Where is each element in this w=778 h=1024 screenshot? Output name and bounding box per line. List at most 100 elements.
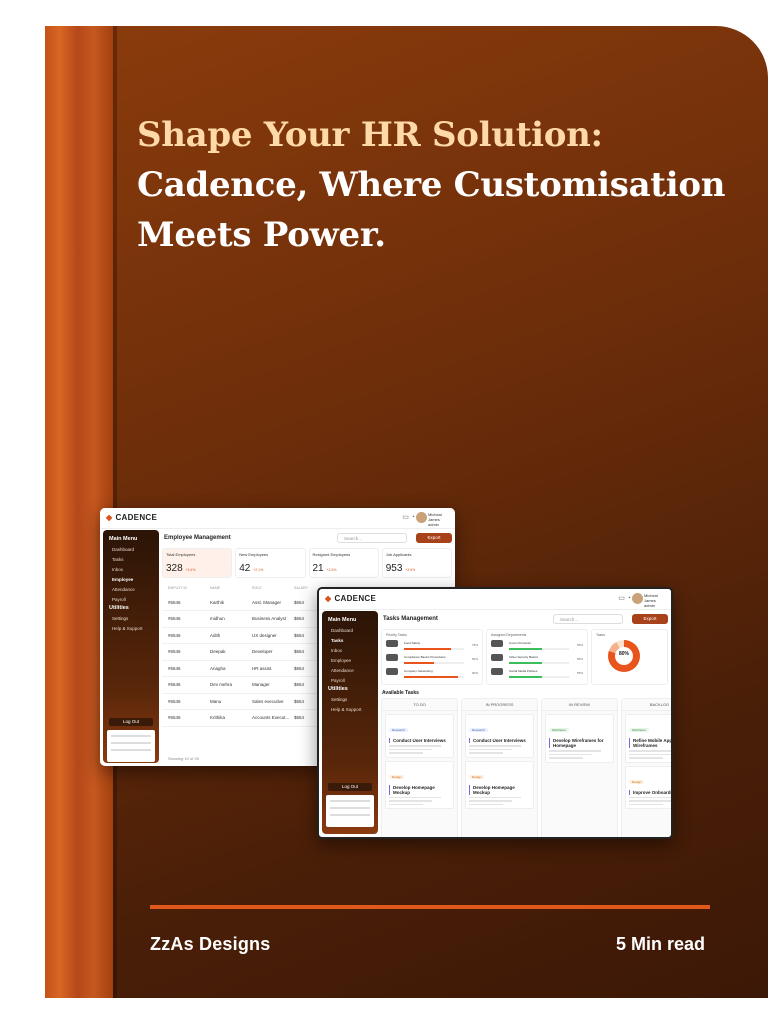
task-card[interactable]: Design Improve Onboarding: [625, 765, 671, 809]
task-description-line: [469, 745, 521, 747]
priority-bars: Food Safety 78% Compliance Basics Procedur…: [382, 640, 482, 678]
sidebar: Main Menu Dashboard Tasks Inbox Employee…: [103, 530, 159, 763]
task-title: Refine Mobile App Wireframes: [629, 738, 671, 748]
progress-item: Food Safety 78%: [382, 640, 482, 650]
progress-fill: [404, 676, 458, 678]
table-cell: Accounts Execut...: [252, 715, 290, 720]
table-cell: #6546: [168, 616, 181, 621]
brand-name: ZzAs Designs: [150, 934, 271, 954]
sidebar-item-help[interactable]: Help & Support: [103, 623, 159, 633]
task-tag: Research: [469, 728, 488, 732]
sidebar-item-tasks[interactable]: Tasks: [322, 635, 378, 645]
task-card[interactable]: Research Conduct User Interviews: [385, 714, 454, 758]
table-cell: Asst. Manager: [252, 599, 282, 605]
table-cell: $654: [294, 715, 305, 720]
panel-heading: Assigned Departments: [491, 633, 527, 637]
pagination-info: Showing 10 of 20: [168, 756, 199, 761]
task-description-line: [469, 752, 503, 754]
table-cell: $654: [294, 649, 305, 654]
search-input[interactable]: Search...: [337, 533, 407, 543]
task-description-line: [629, 803, 663, 805]
sidebar-item-settings[interactable]: Settings: [103, 613, 159, 623]
task-card[interactable]: Design Develop Homepage Mockup: [465, 760, 534, 809]
table-cell: midhun: [210, 616, 225, 621]
sidebar-item-inbox[interactable]: Inbox: [103, 564, 159, 574]
stat-number: 21: [312, 563, 324, 574]
table-cell: HR assist.: [252, 665, 273, 671]
sidebar-item-dashboard[interactable]: Dashboard: [322, 625, 378, 635]
sidebar-item-inbox[interactable]: Inbox: [322, 645, 378, 655]
promo-card: [326, 795, 374, 827]
stat-label: Total Employees: [166, 552, 196, 557]
stat-card: New Employees 42 +2.1%: [235, 548, 306, 578]
search-input[interactable]: Search...: [553, 614, 623, 624]
task-description-line: [389, 745, 441, 747]
sidebar-item-dashboard[interactable]: Dashboard: [103, 544, 159, 554]
sidebar-item-employee[interactable]: Employee: [103, 574, 159, 584]
progress-fill: [509, 662, 542, 664]
table-cell: #6546: [168, 715, 181, 720]
kanban-column: IN REVIEW Wireframe Develop Wireframes for…: [541, 698, 618, 837]
panel-heading: Priority Tasks: [386, 633, 407, 637]
task-card[interactable]: Research Conduct User Interviews: [465, 714, 534, 758]
task-description-line: [389, 796, 441, 798]
task-description-line: [629, 800, 671, 802]
sidebar-item-attendance[interactable]: Attendance: [322, 665, 378, 675]
item-label: Cusco Protocols: [509, 641, 531, 645]
item-thumbnail: [491, 654, 503, 661]
task-card[interactable]: Wireframe Develop Wireframes for Homepage: [545, 714, 614, 763]
app-logo: ◆ CADENCE: [106, 513, 157, 522]
cover-title-highlight: Shape Your HR Solution:: [137, 115, 603, 155]
task-description-line: [389, 752, 423, 754]
app-logo: ◆ CADENCE: [325, 594, 376, 603]
logo-icon: ◆: [325, 594, 332, 603]
table-cell: Manager: [252, 682, 270, 687]
read-time: 5 Min read: [615, 934, 705, 954]
item-label: Compliance Basics Procedures: [404, 655, 446, 659]
column-title: IN REVIEW: [542, 699, 617, 711]
table-cell: Anagha: [210, 665, 226, 671]
kanban-column: IN PROGRESS Research Conduct User Intervie…: [461, 698, 538, 837]
sidebar-item-payroll[interactable]: Payroll: [322, 675, 378, 685]
sidebar-item-employee[interactable]: Employee: [322, 655, 378, 665]
sidebar-item-tasks[interactable]: Tasks: [103, 554, 159, 564]
task-description-line: [629, 753, 671, 755]
item-thumbnail: [386, 654, 398, 661]
logout-button[interactable]: Log Out: [328, 783, 372, 791]
cover-title-line: Cadence, Where Customisation: [137, 165, 726, 205]
task-card[interactable]: Wireframe Refine Mobile App Wireframes: [625, 714, 671, 763]
table-cell: #6546: [168, 649, 181, 654]
task-tag: Wireframe: [549, 728, 569, 732]
stat-badge: +3.5%: [405, 568, 416, 572]
avatar: [632, 593, 643, 604]
column-title: IN PROGRESS: [462, 699, 537, 711]
sidebar-item-attendance[interactable]: Attendance: [103, 584, 159, 594]
donut-value: 80%: [618, 651, 629, 657]
sidebar-item-help[interactable]: Help & Support: [322, 704, 378, 714]
table-cell: Karthik: [210, 599, 225, 605]
task-description-line: [629, 757, 663, 759]
sidebar-item-payroll[interactable]: Payroll: [103, 594, 159, 604]
item-label: Social Media Policies: [509, 669, 538, 673]
export-button[interactable]: Export: [632, 614, 668, 624]
task-description-line: [629, 796, 671, 798]
table-cell: Krithika: [210, 715, 226, 720]
task-card[interactable]: Design Develop Homepage Mockup: [385, 760, 454, 809]
sidebar-item-settings[interactable]: Settings: [322, 694, 378, 704]
export-button[interactable]: Export: [416, 533, 452, 543]
progress-bar: [404, 676, 464, 678]
table-cell: Adith: [210, 632, 221, 638]
table-cell: Deepak: [210, 649, 226, 654]
progress-item: Compliance Basics Procedures 50%: [382, 654, 482, 664]
task-description-line: [389, 800, 432, 802]
progress-fill: [404, 648, 451, 650]
bell-icon: ◔: [626, 595, 631, 602]
task-tag: Design: [389, 774, 405, 779]
priority-tasks-panel: Priority Tasks Food Safety 78% Compliance …: [381, 629, 483, 685]
table-cell: $654: [294, 632, 305, 638]
logout-button[interactable]: Log Out: [109, 718, 153, 726]
table-cell: $654: [294, 665, 305, 671]
task-title: Conduct User Interviews: [389, 738, 450, 743]
stat-value: 328 +3.4%: [166, 563, 228, 574]
item-thumbnail: [491, 668, 503, 675]
